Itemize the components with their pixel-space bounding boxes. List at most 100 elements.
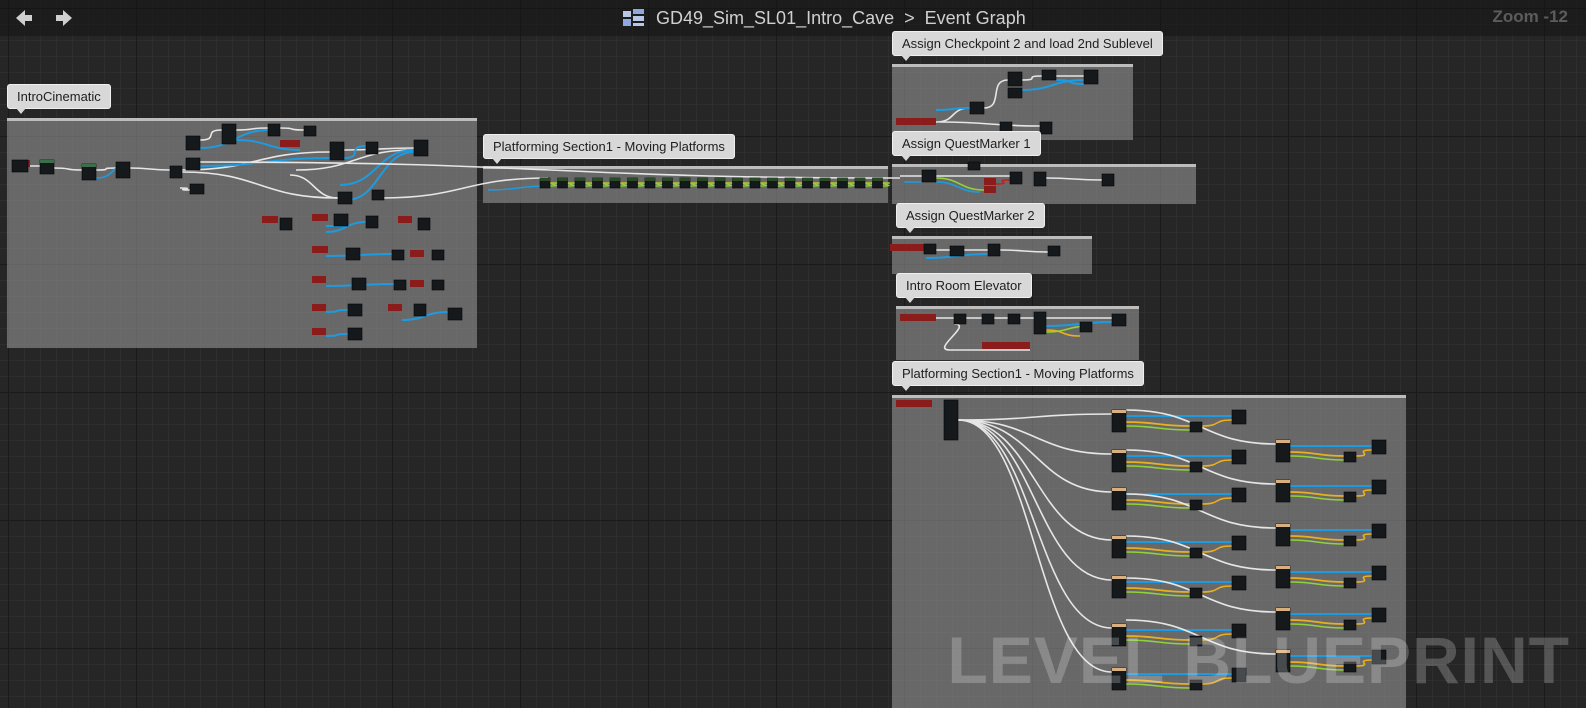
graph-node[interactable] [221,123,237,145]
graph-node[interactable] [1231,575,1247,591]
graph-node[interactable] [337,191,353,205]
comment-label-platforming-section-1[interactable]: Platforming Section1 - Moving Platforms [483,134,735,164]
graph-node[interactable] [351,277,367,291]
graph-node[interactable] [1111,667,1127,691]
graph-node[interactable] [1343,535,1357,547]
graph-node[interactable] [185,157,201,171]
graph-node[interactable] [1033,171,1047,187]
event-node[interactable] [896,118,936,125]
graph-node[interactable] [1189,679,1203,691]
graph-node[interactable] [969,101,985,115]
graph-node[interactable] [431,279,445,291]
graph-node[interactable] [431,249,445,261]
graph-node[interactable] [1079,321,1093,333]
graph-node[interactable] [267,123,281,137]
graph-node[interactable] [1047,245,1061,257]
graph-node[interactable] [371,189,385,201]
event-node[interactable] [890,244,926,251]
event-node[interactable] [984,178,996,185]
event-node[interactable] [312,214,328,221]
graph-node[interactable] [1101,173,1115,187]
event-node[interactable] [982,342,1030,349]
event-node[interactable] [280,140,300,147]
graph-node[interactable] [1275,607,1291,631]
graph-node[interactable] [1189,635,1203,647]
graph-node[interactable] [1343,577,1357,589]
graph-node[interactable] [967,161,981,171]
graph-node[interactable] [1371,649,1387,665]
graph-node[interactable] [1189,547,1203,559]
graph-node[interactable] [1343,661,1357,673]
graph-node[interactable] [1007,71,1023,87]
graph-node[interactable] [1189,587,1203,599]
graph-node[interactable] [11,159,29,173]
graph-node[interactable] [1275,649,1291,673]
graph-node[interactable] [1371,607,1387,623]
comment-label-platforming-section-1-large[interactable]: Platforming Section1 - Moving Platforms [892,361,1144,391]
graph-node[interactable] [189,183,205,195]
graph-node[interactable] [1111,313,1127,327]
graph-node[interactable] [329,141,345,161]
graph-node[interactable] [347,303,363,317]
graph-node[interactable] [1007,87,1023,99]
graph-node[interactable] [1111,623,1127,647]
graph-node[interactable] [1111,409,1127,433]
event-node[interactable] [262,216,278,223]
graph-node[interactable] [393,279,407,291]
graph-node[interactable] [447,307,463,321]
comment-label-intro-elevator[interactable]: Intro Room Elevator [896,273,1032,303]
event-node[interactable] [388,304,402,311]
graph-node[interactable] [1231,623,1247,639]
graph-node[interactable] [921,169,937,183]
graph-node[interactable] [1343,619,1357,631]
graph-node[interactable] [169,165,183,179]
graph-node[interactable] [413,139,429,157]
graph-node[interactable] [1275,439,1291,463]
graph-node[interactable] [923,243,937,255]
graph-node[interactable] [943,399,959,441]
graph-node[interactable] [1007,313,1021,325]
event-node[interactable] [312,304,326,311]
graph-node[interactable] [413,303,427,317]
event-node[interactable] [398,216,412,223]
event-node[interactable] [984,186,996,193]
comment-label-checkpoint-2[interactable]: Assign Checkpoint 2 and load 2nd Subleve… [892,31,1163,61]
graph-node[interactable] [1231,535,1247,551]
graph-node[interactable] [1371,439,1387,455]
graph-node[interactable] [347,327,363,341]
event-node[interactable] [312,328,326,335]
comment-label-intro-cinematic[interactable]: IntroCinematic [7,84,111,114]
graph-node[interactable] [365,215,379,229]
graph-node[interactable] [333,213,349,227]
graph-node[interactable] [417,217,431,231]
graph-node[interactable] [1343,491,1357,503]
graph-node[interactable] [1111,449,1127,473]
graph-node[interactable] [185,135,201,151]
graph-node[interactable] [365,141,379,155]
graph-node[interactable] [1189,461,1203,473]
comment-label-questmarker-1[interactable]: Assign QuestMarker 1 [892,131,1041,161]
graph-node[interactable] [1275,565,1291,589]
graph-node[interactable] [949,245,965,257]
event-node[interactable] [312,246,328,253]
event-node[interactable] [410,280,424,287]
graph-node[interactable] [1371,479,1387,495]
comment-label-questmarker-2[interactable]: Assign QuestMarker 2 [896,203,1045,233]
graph-node[interactable] [279,217,293,231]
graph-node[interactable] [1083,69,1099,85]
graph-node[interactable] [1111,575,1127,599]
graph-node[interactable] [981,313,995,325]
graph-node[interactable] [1343,451,1357,463]
graph-node[interactable] [953,313,967,325]
graph-node[interactable] [1033,311,1047,335]
graph-node[interactable] [1189,499,1203,511]
graph-node[interactable] [1231,409,1247,425]
event-node[interactable] [896,400,932,407]
event-node[interactable] [900,314,936,321]
graph-node[interactable] [345,247,361,261]
graph-node[interactable] [1111,535,1127,559]
graph-node[interactable] [1039,121,1053,135]
graph-node[interactable] [1111,487,1127,511]
graph-node[interactable] [1231,667,1247,683]
event-node[interactable] [410,250,424,257]
